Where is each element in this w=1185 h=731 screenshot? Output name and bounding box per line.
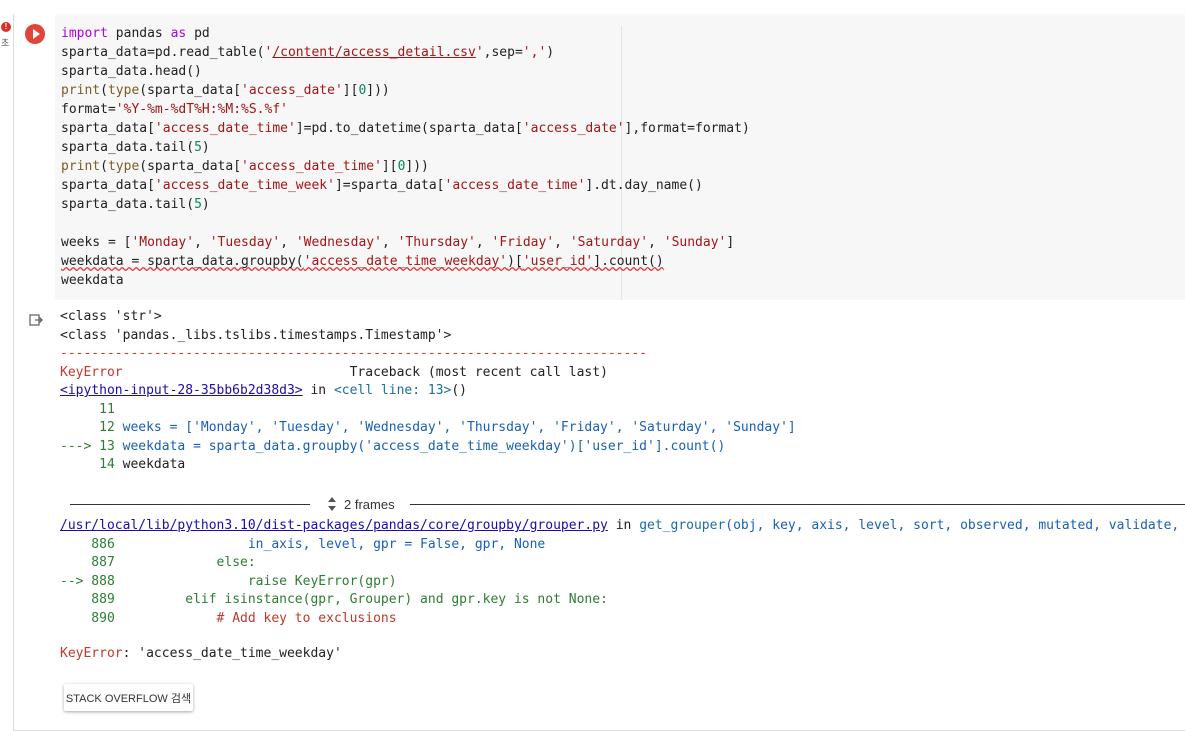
final-error-line: KeyError: 'access_date_time_weekday': [60, 646, 342, 661]
library-line: 887 else:: [60, 555, 256, 570]
code-line: sparta_data.tail(5): [61, 140, 210, 155]
library-line: 886 in_axis, level, gpr = False, gpr, No…: [60, 536, 546, 552]
library-location: /usr/local/lib/python3.10/dist-packages/…: [60, 517, 1185, 536]
collapsed-frames-row: 2 frames: [70, 494, 1185, 514]
library-line: 889 elif isinstance(gpr, Grouper) and gp…: [60, 592, 608, 607]
grouper-file-link[interactable]: /usr/local/lib/python3.10/dist-packages/…: [60, 518, 608, 533]
code-line: print(type(sparta_data['access_date'][0]…: [61, 83, 390, 98]
library-traceback: /usr/local/lib/python3.10/dist-packages/…: [60, 517, 1185, 628]
code-line: import pandas as pd: [61, 26, 210, 41]
code-line: weeks = ['Monday', 'Tuesday', 'Wednesday…: [61, 235, 735, 250]
notebook-cell: ! 초 import pandas as pd sparta_data=pd.r…: [1, 14, 1185, 731]
code-line: sparta_data.head(): [61, 64, 202, 79]
stdout-line: <class 'pandas._libs.tslibs.timestamps.T…: [60, 327, 452, 343]
code-lines: import pandas as pd sparta_data=pd.read_…: [61, 24, 750, 290]
cell-gutter: ! 초: [1, 14, 54, 300]
code-line: format='%Y-%m-%dT%H:%M:%S.%f': [61, 102, 288, 117]
frames-label: 2 frames: [344, 496, 395, 512]
frames-divider: [70, 504, 310, 505]
code-line: sparta_data=pd.read_table('/content/acce…: [61, 45, 555, 60]
code-line: sparta_data['access_date_time']=pd.to_da…: [61, 121, 750, 136]
frames-divider: [410, 504, 1185, 505]
cell-output: <class 'str'> <class 'pandas._libs.tslib…: [60, 308, 1185, 475]
expand-frames-button[interactable]: 2 frames: [326, 494, 395, 514]
function-args: (obj, key, axis, level, sort, observed, …: [725, 518, 1180, 533]
code-line: sparta_data['access_date_time_week']=spa…: [61, 178, 703, 193]
final-error: KeyError: 'access_date_time_weekday': [60, 645, 342, 664]
ipython-input-link[interactable]: <ipython-input-28-35bb6b2d38d3>: [60, 383, 303, 398]
function-name: get_grouper: [639, 518, 726, 533]
context-line: 12 weeks = ['Monday', 'Tuesday', 'Wednes…: [60, 420, 796, 435]
stack-overflow-search-button[interactable]: STACK OVERFLOW 검색: [64, 684, 193, 711]
unfold-icon: [328, 497, 336, 511]
output-clear-icon[interactable]: [29, 314, 43, 326]
context-line-current: ---> 13 weekdata = sparta_data.groupby('…: [60, 438, 726, 454]
code-line-error: weekdata = sparta_data.groupby('access_d…: [61, 254, 664, 269]
traceback-location: <ipython-input-28-35bb6b2d38d3> in <cell…: [60, 383, 468, 398]
traceback-separator: ----------------------------------------…: [60, 346, 647, 361]
code-line: weekdata: [61, 273, 124, 288]
library-line: 890 # Add key to exclusions: [60, 610, 397, 626]
error-name: KeyError: [60, 364, 123, 380]
context-line: 11: [60, 401, 115, 417]
traceback-label: Traceback (most recent call last): [349, 364, 608, 380]
error-badge-label: 초: [1, 38, 10, 48]
stdout-line: <class 'str'>: [60, 309, 162, 324]
code-line: sparta_data.tail(5): [61, 197, 210, 212]
library-line-current: --> 888 raise KeyError(gpr): [60, 573, 397, 589]
run-cell-button[interactable]: [25, 24, 45, 44]
context-line: 14 weekdata: [60, 457, 186, 472]
code-editor[interactable]: import pandas as pd sparta_data=pd.read_…: [55, 14, 1185, 300]
error-badge: !: [1, 22, 11, 32]
traceback-header: KeyError Traceback (most recent call las…: [60, 364, 1185, 383]
cell-line-ref: <cell line: 13>: [333, 383, 452, 398]
code-line: print(type(sparta_data['access_date_time…: [61, 159, 429, 174]
